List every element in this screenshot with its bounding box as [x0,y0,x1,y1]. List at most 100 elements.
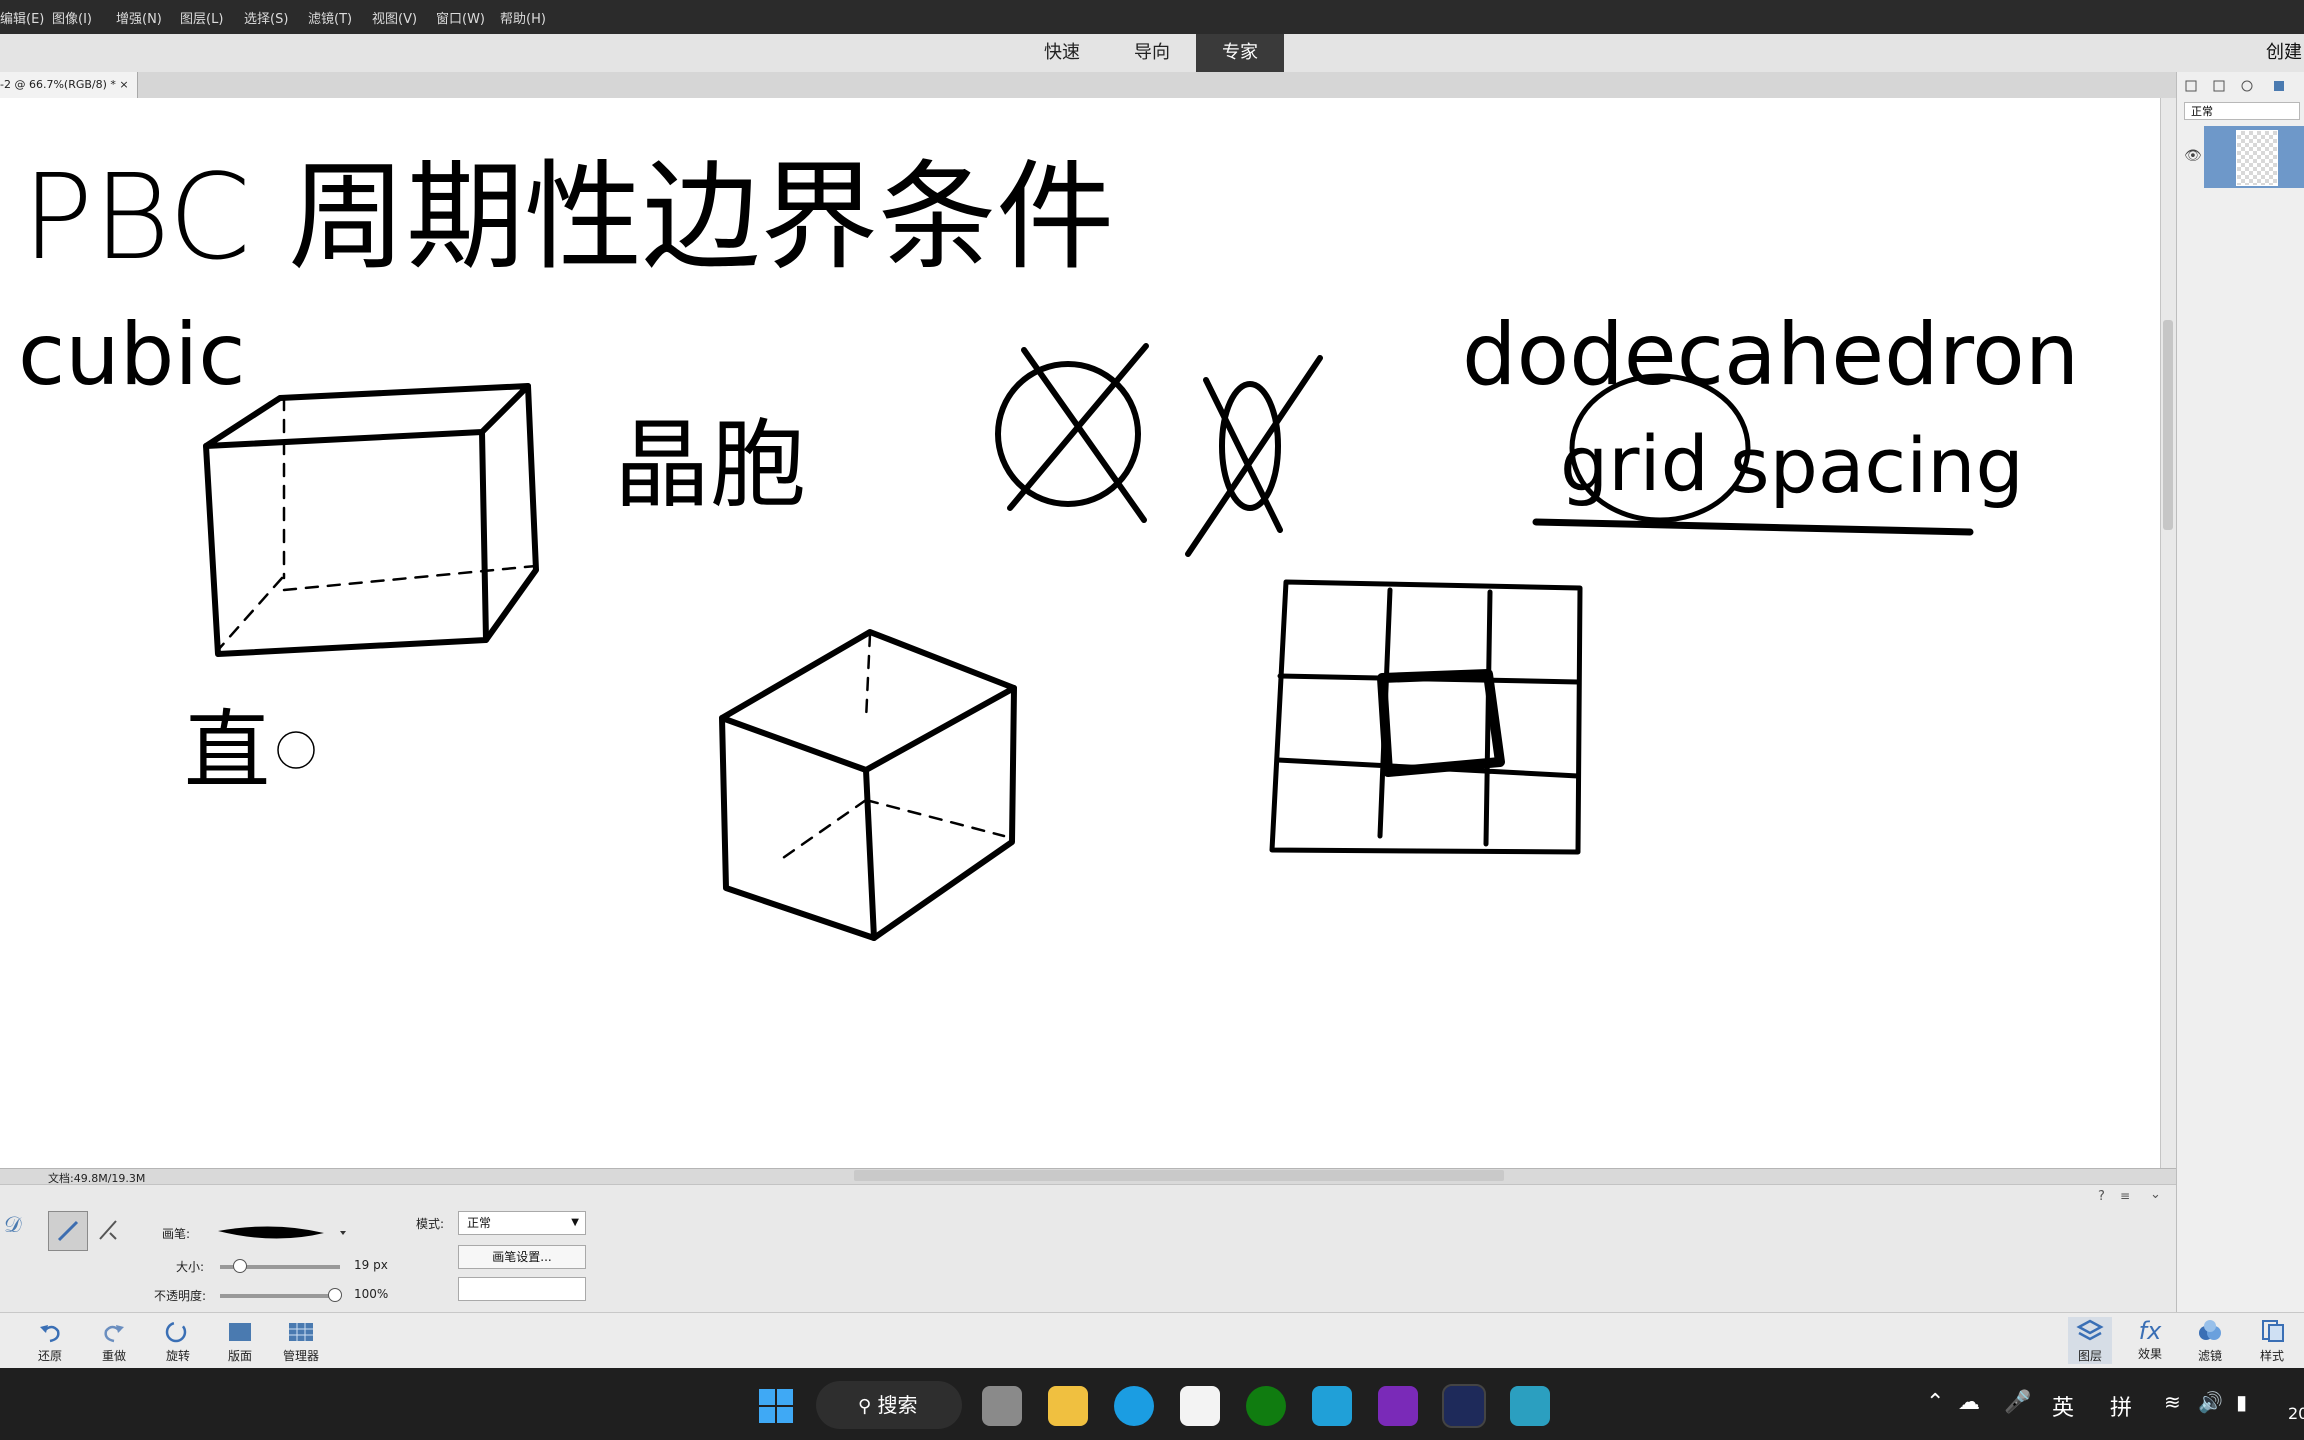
crystal-cell-text: 晶胞 [614,409,806,521]
mode-select-value: 正常 [467,1216,492,1230]
brush-mode-icon[interactable]: 𝒟 [4,1213,22,1238]
clock[interactable]: 20 [2288,1404,2304,1423]
menu-layer[interactable]: 图层(L) [180,8,223,27]
canvas[interactable]: PBC 周期性边界条件 cubic 晶胞 dodecahedron grid s… [0,98,2160,1168]
menu-select[interactable]: 选择(S) [244,8,288,27]
photoshop-elements-icon[interactable] [1442,1384,1486,1428]
tool-options-bar: 𝒟 画笔: 大小: 19 px 不透明度: 100% 模式: 正常 ▼ 画笔设置… [0,1184,2176,1313]
opacity-slider[interactable] [220,1288,342,1302]
ime-mode[interactable]: 拼 [2110,1390,2132,1422]
spacing-text: spacing [1730,421,2024,510]
rotate-label: 旋转 [165,1349,190,1363]
styles-button[interactable]: 样式 [2250,1317,2294,1364]
menu-view[interactable]: 视图(V) [372,8,417,27]
styles-label: 样式 [2259,1349,2284,1363]
brush-settings-button[interactable]: 画笔设置... [458,1245,586,1269]
layers-panel [2176,72,2304,1368]
onedrive-icon[interactable]: ☁ [1958,1390,1980,1415]
redo-button[interactable]: 重做 [94,1319,134,1364]
menu-filter[interactable]: 滤镜(T) [308,8,352,27]
eye-icon[interactable]: 👁 [2184,148,2202,164]
redo-label: 重做 [101,1349,126,1363]
xbox-icon[interactable] [1246,1386,1286,1426]
size-label: 大小: [176,1260,205,1274]
cubic-text: cubic [18,305,246,405]
title-text: PBC 周期性边界条件 [22,148,1114,286]
organizer-button[interactable]: 管理器 [276,1319,326,1364]
effects-label: 效果 [2137,1347,2162,1361]
create-button[interactable]: 创建 [2266,34,2304,72]
tablet-settings-field[interactable] [458,1277,586,1301]
dodecahedron-text: dodecahedron [1462,305,2079,405]
undo-button[interactable]: 还原 [30,1319,70,1364]
task-view-icon[interactable] [982,1386,1022,1426]
layer-thumbnail [2236,130,2278,186]
grid-sketch [1269,579,1583,855]
volume-icon[interactable]: 🔊 [2198,1390,2223,1414]
search-label: 搜索 [877,1393,918,1417]
brush-cursor [277,731,315,769]
layers-label: 图层 [2077,1349,2102,1363]
tab-quick[interactable]: 快速 [1036,34,1088,72]
collapse-icon[interactable]: ⌄ [2150,1187,2161,1202]
layout-label: 版面 [227,1349,252,1363]
box-sketch [203,383,539,657]
tray-chevron-icon[interactable]: ⌃ [1926,1390,1944,1415]
layer-toolbar [2184,78,2300,94]
undo-label: 还原 [37,1349,62,1363]
rotate-button[interactable]: 旋转 [156,1319,200,1364]
crossed-out-symbols [995,343,1323,557]
menu-enhance[interactable]: 增强(N) [116,8,162,27]
horizontal-scroll-thumb[interactable] [854,1170,1504,1181]
filters-button[interactable]: 滤镜 [2188,1317,2232,1364]
partial-char-text: 直 [184,701,270,801]
menu-edit[interactable]: 编辑(E) [0,8,44,27]
mode-label: 模式: [416,1217,445,1231]
size-value: 19 px [354,1258,388,1272]
tab-guided[interactable]: 导向 [1126,34,1178,72]
menu-window[interactable]: 窗口(W) [436,8,485,27]
battery-icon[interactable]: ▮ [2236,1390,2247,1414]
mode-bar: 快速 导向 专家 创建 [0,34,2304,73]
windows-start-icon[interactable] [756,1386,796,1430]
opacity-slider-thumb[interactable] [328,1288,342,1302]
menu-image[interactable]: 图像(I) [52,8,92,27]
options-menu-icon[interactable]: ≡ [2120,1189,2130,1203]
tab-expert[interactable]: 专家 [1196,34,1284,72]
brush-tool-icon[interactable] [48,1211,88,1251]
ime-language[interactable]: 英 [2052,1390,2074,1422]
bottom-toolbar: 还原 重做 旋转 版面 管理器 图层 fx 效果 滤镜 样式 [0,1312,2304,1369]
help-icon[interactable]: ? [2098,1189,2105,1204]
bilibili-icon[interactable] [1312,1386,1352,1426]
blend-mode-select[interactable]: 正常 [2184,102,2300,120]
fx-icon: fx [2138,1317,2162,1345]
app-icon[interactable] [1378,1386,1418,1426]
video-editor-icon[interactable] [1510,1386,1550,1426]
opacity-value: 100% [354,1287,389,1301]
brush-preset-picker[interactable] [214,1215,354,1249]
grid-text: grid [1560,419,1709,508]
organizer-label: 管理器 [282,1349,319,1363]
microphone-icon[interactable]: 🎤 [2004,1390,2031,1415]
file-explorer-icon[interactable] [1048,1386,1088,1426]
vertical-scroll-thumb[interactable] [2163,320,2173,530]
document-tab-bar: -2 @ 66.7%(RGB/8) * × [0,72,2176,99]
mode-select[interactable]: 正常 ▼ [458,1211,586,1235]
taskbar-search[interactable]: ⚲ 搜索 [816,1381,962,1429]
effects-button[interactable]: fx 效果 [2128,1317,2172,1362]
menu-bar: 编辑(E) 图像(I) 增强(N) 图层(L) 选择(S) 滤镜(T) 视图(V… [0,0,2304,34]
layers-panel-button[interactable]: 图层 [2068,1317,2112,1364]
brush-label: 画笔: [162,1227,191,1241]
wifi-icon[interactable]: ≋ [2164,1390,2181,1414]
document-tab[interactable]: -2 @ 66.7%(RGB/8) * × [0,72,138,98]
size-slider[interactable] [220,1259,340,1273]
size-slider-thumb[interactable] [232,1259,247,1273]
menu-help[interactable]: 帮助(H) [500,8,546,27]
layout-button[interactable]: 版面 [218,1319,262,1364]
opacity-label: 不透明度: [154,1289,207,1303]
vertical-scrollbar[interactable] [2160,98,2177,1168]
impressionist-brush-icon[interactable] [96,1215,120,1247]
edge-browser-icon[interactable] [1114,1386,1154,1426]
store-icon[interactable] [1180,1386,1220,1426]
search-icon: ⚲ [858,1396,872,1417]
